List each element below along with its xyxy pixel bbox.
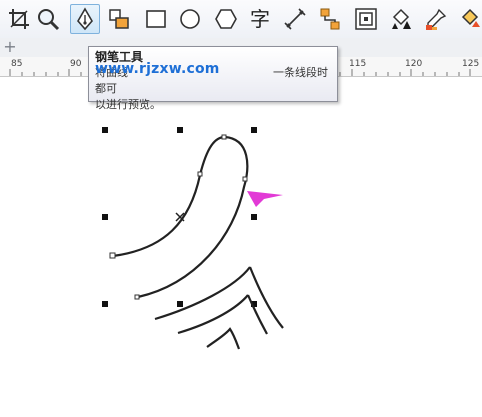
connector-tool-icon xyxy=(320,8,340,30)
annotation-arrow-icon xyxy=(247,191,283,207)
watermark-text: www.rjzxw.com xyxy=(95,61,220,77)
node-point xyxy=(242,176,248,182)
ruler-label: 90 xyxy=(70,59,82,69)
interactive-fill-button[interactable] xyxy=(455,4,482,34)
ruler-label: 120 xyxy=(405,59,423,69)
canvas-drawing xyxy=(102,127,284,350)
eyedropper-tool-button[interactable] xyxy=(421,4,451,34)
fill-tool-icon xyxy=(392,8,411,29)
selection-handle xyxy=(102,127,108,133)
rectangle-tool-icon xyxy=(146,10,166,28)
toolbox: 字 xyxy=(0,0,482,39)
curve-stroke xyxy=(154,266,251,321)
ruler-label: 85 xyxy=(11,59,23,69)
smart-fill-icon xyxy=(109,9,129,29)
selection-handle xyxy=(102,214,108,220)
contour-tool-button[interactable] xyxy=(351,4,381,34)
curve-stroke xyxy=(177,294,249,335)
zoom-tool-icon xyxy=(38,9,60,31)
node-point xyxy=(197,171,203,177)
node-point xyxy=(221,134,227,140)
curve-stroke xyxy=(248,266,284,329)
pen-tool-icon xyxy=(77,7,93,31)
ruler-label: 115 xyxy=(349,59,367,69)
zoom-tool-button[interactable] xyxy=(33,4,63,34)
dimension-tool-button[interactable] xyxy=(280,4,310,34)
crop-tool-button[interactable] xyxy=(4,4,34,34)
smart-fill-button[interactable] xyxy=(104,4,134,34)
selection-handle xyxy=(251,127,257,133)
eyedropper-tool-icon xyxy=(426,8,447,30)
ellipse-tool-button[interactable] xyxy=(175,4,205,34)
add-page-button[interactable]: + xyxy=(2,39,18,55)
pen-tool-button[interactable] xyxy=(70,4,100,34)
node-point xyxy=(134,294,140,300)
rectangle-tool-button[interactable] xyxy=(141,4,171,34)
interactive-fill-icon xyxy=(461,8,480,27)
polygon-tool-icon xyxy=(215,9,237,29)
tooltip-line2: 以进行预览。 xyxy=(95,98,161,111)
crop-tool-icon xyxy=(9,9,29,29)
selection-handle xyxy=(177,301,183,307)
curve-stroke xyxy=(246,294,268,335)
text-tool-icon: 字 xyxy=(250,7,270,31)
curve-stroke xyxy=(206,327,241,350)
fill-tool-button[interactable] xyxy=(386,4,416,34)
polygon-tool-button[interactable] xyxy=(211,4,241,34)
ruler-label: 125 xyxy=(462,59,480,69)
ellipse-tool-icon xyxy=(180,9,200,29)
drawing-canvas[interactable] xyxy=(0,77,482,417)
selection-handle xyxy=(102,301,108,307)
selection-handle xyxy=(251,214,257,220)
text-tool-button[interactable]: 字 xyxy=(245,4,275,34)
node-point xyxy=(109,252,116,259)
connector-tool-button[interactable] xyxy=(315,4,345,34)
selection-handle xyxy=(177,127,183,133)
contour-tool-icon xyxy=(355,8,377,30)
dimension-tool-icon xyxy=(284,8,306,30)
